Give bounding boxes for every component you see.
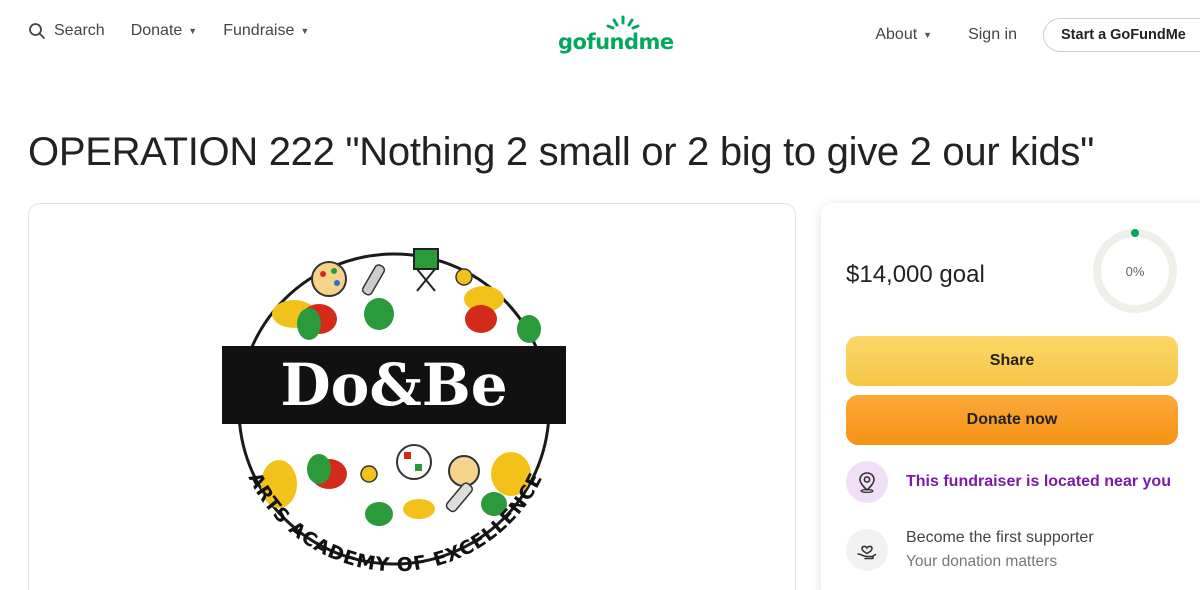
top-navigation: Search Donate ▼ Fundraise ▼ gofundme Abo… [0,0,1200,72]
share-label: Share [989,352,1035,369]
donate-menu[interactable]: Donate ▼ [131,22,198,40]
first-supporter-title: Become the first supporter [906,529,1094,546]
search-label: Search [54,22,105,39]
about-menu-label: About [875,26,918,43]
goal-amount: $14,000 goal [846,261,985,288]
chevron-down-icon: ▼ [300,26,310,36]
heart-hand-icon [846,529,888,571]
gofundme-logo[interactable]: gofundme [558,14,674,58]
campaign-image-card[interactable]: Do&Be ARTS ACADEMY OF EXCELLENCE [28,203,796,590]
share-button[interactable]: Share [846,336,1178,386]
fundraise-menu-label: Fundraise [223,22,295,39]
nav-left: Search Donate ▼ Fundraise ▼ [28,22,335,40]
progress-indicator-dot [1131,229,1139,237]
location-note: This fundraiser is located near you [846,461,1171,503]
logo-wordmark: gofundme [558,30,674,54]
start-gofundme-button[interactable]: Start a GoFundMe [1043,18,1200,52]
academy-emblem-image: Do&Be ARTS ACADEMY OF EXCELLENCE [222,248,566,576]
progress-percent: 0% [1125,264,1145,279]
donate-menu-label: Donate [130,22,183,39]
start-gofundme-label: Start a GoFundMe [1061,27,1186,43]
first-supporter-note: Become the first supporter Your donation… [846,529,1094,571]
donate-now-label: Donate now [966,411,1058,428]
about-menu[interactable]: About ▼ [875,26,932,44]
progress-ring: 0% [1092,228,1178,314]
donation-panel: $14,000 goal 0% Share Donate now This fu… [821,203,1200,590]
location-note-text: This fundraiser is located near you [906,473,1171,490]
first-supporter-text: Become the first supporter Your donation… [906,529,1094,571]
chevron-down-icon: ▼ [188,26,198,36]
nav-right: About ▼ Sign in Start a GoFundMe [875,18,1200,52]
sign-in-link[interactable]: Sign in [968,26,1017,44]
search-icon [29,23,45,39]
chevron-down-icon: ▼ [923,30,933,40]
location-pin-icon [846,461,888,503]
emblem-banner-text: Do&Be [280,351,507,419]
donate-now-button[interactable]: Donate now [846,395,1178,445]
search-link[interactable]: Search [28,22,105,40]
campaign-title: OPERATION 222 "Nothing 2 small or 2 big … [28,130,1094,174]
fundraise-menu[interactable]: Fundraise ▼ [223,22,309,40]
first-supporter-subtitle: Your donation matters [906,553,1058,570]
